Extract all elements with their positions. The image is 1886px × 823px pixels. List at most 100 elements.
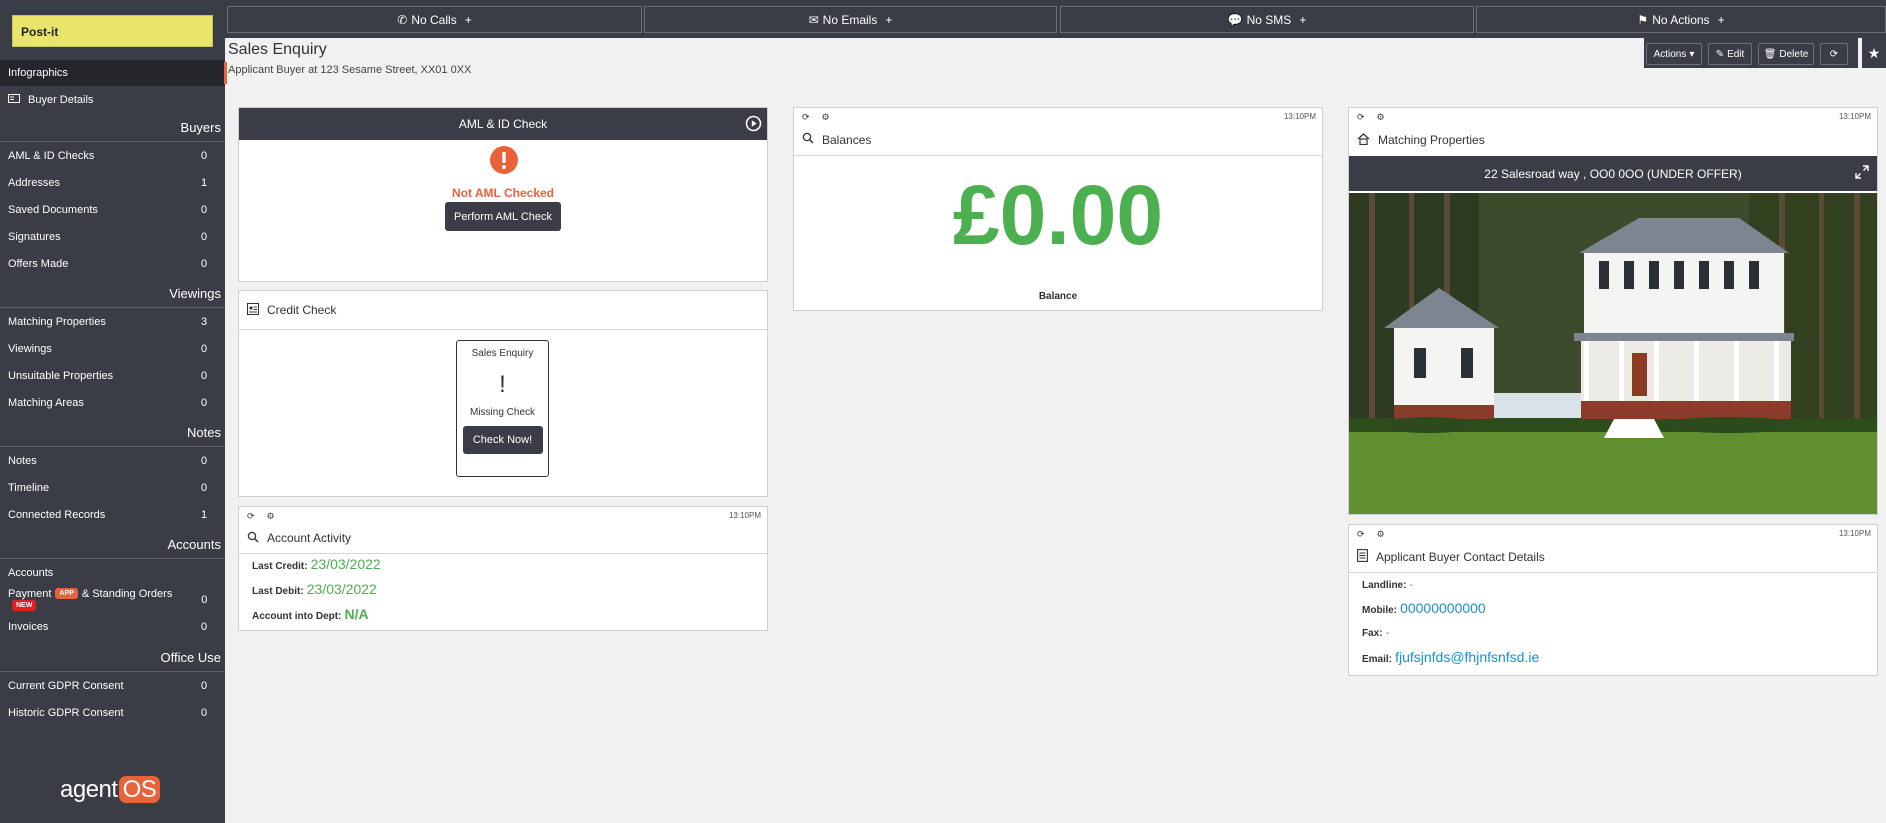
fax-row: Fax: -: [1362, 627, 1389, 639]
email-link[interactable]: fjufsjnfds@fhjnfsnfsd.ie: [1395, 649, 1539, 665]
aml-status: Not AML Checked: [451, 186, 554, 200]
perform-aml-check-button[interactable]: Perform AML Check: [445, 202, 561, 231]
document-icon: [1357, 548, 1368, 565]
refresh-button[interactable]: ⟳: [1820, 43, 1848, 65]
sidebar-item-signatures[interactable]: Signatures 0: [0, 223, 225, 250]
sidebar-item-label: Offers Made: [8, 257, 69, 270]
sidebar-item-timeline[interactable]: Timeline 0: [0, 474, 225, 501]
actions-dropdown-button[interactable]: Actions ▾: [1646, 43, 1702, 65]
sidebar-item-label: Payment: [8, 587, 52, 600]
sidebar-item-label: Matching Areas: [8, 396, 84, 409]
edit-button[interactable]: ✎ Edit: [1708, 43, 1752, 65]
last-debit-row: Last Debit: 23/03/2022: [252, 581, 377, 597]
sidebar-item-unsuitable-properties[interactable]: Unsuitable Properties 0: [0, 362, 225, 389]
page-subtitle: Applicant Buyer at 123 Sesame Street, XX…: [228, 64, 472, 76]
emails-button[interactable]: ✉ No Emails +: [644, 6, 1057, 33]
refresh-icon[interactable]: ⟳: [1357, 112, 1365, 123]
top-bar: ✆ No Calls + ✉ No Emails + 💬 No SMS + ⚑ No Acti…: [225, 0, 1886, 38]
calls-button[interactable]: ✆ No Calls +: [227, 6, 642, 33]
sidebar-item-count: 1: [201, 176, 208, 189]
sidebar-item-payment-standing-orders[interactable]: Payment APP & Standing Orders NEW 0: [0, 586, 225, 613]
sidebar-item-connected-records[interactable]: Connected Records 1: [0, 501, 225, 528]
balances-panel: ⟳ ⚙ 13:10PM Balances £0.00 Balance: [793, 107, 1323, 311]
actions-dropdown-label: Actions: [1653, 48, 1687, 60]
exclamation-icon: !: [499, 371, 506, 398]
fax-value: -: [1385, 627, 1390, 639]
mobile-link[interactable]: 00000000000: [1400, 600, 1486, 616]
sidebar: Post-it Infographics Buyer Details Buyer…: [0, 0, 225, 823]
sidebar-item-historic-gdpr[interactable]: Historic GDPR Consent 0: [0, 699, 225, 726]
property-photo[interactable]: [1349, 193, 1877, 514]
account-activity-header: Account Activity: [239, 523, 767, 554]
sidebar-item-saved-documents[interactable]: Saved Documents 0: [0, 196, 225, 223]
sidebar-item-label: AML & ID Checks: [8, 149, 95, 162]
house-icon: [1357, 132, 1370, 148]
contact-title: Applicant Buyer Contact Details: [1376, 549, 1545, 564]
sidebar-section-notes: Notes Notes 0 Timeline 0 Connected Records…: [0, 418, 225, 528]
sidebar-item-label: Viewings: [8, 342, 52, 355]
row-value: N/A: [344, 606, 369, 622]
caret-down-icon: ▾: [1689, 48, 1695, 60]
contact-toolbar: ⟳ ⚙ 13:10PM: [1349, 525, 1877, 541]
actions-todo-button[interactable]: ⚑ No Actions +: [1476, 6, 1886, 33]
sidebar-item-count: 0: [201, 203, 208, 216]
credit-check-panel: Credit Check Sales Enquiry ! Missing Che…: [238, 290, 768, 497]
sidebar-heading-buyers: Buyers: [0, 113, 225, 142]
sidebar-heading-viewings: Viewings: [0, 279, 225, 308]
row-value: 23/03/2022: [306, 581, 377, 597]
matching-header: Matching Properties: [1349, 124, 1877, 156]
sidebar-item-label: Unsuitable Properties: [8, 369, 114, 382]
refresh-icon[interactable]: ⟳: [1357, 529, 1365, 540]
aml-panel-header: AML & ID Check: [239, 108, 767, 140]
gear-icon[interactable]: ⚙: [267, 511, 275, 522]
sidebar-item-viewings[interactable]: Viewings 0: [0, 335, 225, 362]
new-badge: NEW: [12, 600, 37, 612]
refresh-icon[interactable]: ⟳: [247, 511, 255, 522]
sidebar-item-label: Addresses: [8, 176, 60, 189]
edit-label: Edit: [1727, 48, 1745, 60]
row-label: Last Credit:: [252, 561, 308, 572]
check-now-button[interactable]: Check Now!: [462, 426, 543, 454]
matching-title: Matching Properties: [1378, 133, 1485, 147]
gear-icon[interactable]: ⚙: [822, 112, 830, 123]
sidebar-item-offers-made[interactable]: Offers Made 0: [0, 250, 225, 277]
sidebar-item-accounts[interactable]: Accounts: [0, 559, 225, 586]
logo-text: agent: [60, 776, 118, 803]
sidebar-item-infographics[interactable]: Infographics: [0, 60, 225, 86]
sidebar-item-matching-properties[interactable]: Matching Properties 3: [0, 308, 225, 335]
sidebar-item-aml-checks[interactable]: AML & ID Checks 0: [0, 142, 225, 169]
credit-card-title: Sales Enquiry: [471, 348, 534, 359]
property-address[interactable]: 22 Salesroad way , OO0 0OO (UNDER OFFER): [1484, 167, 1741, 181]
plus-icon: +: [1299, 12, 1307, 27]
search-icon: [802, 132, 814, 147]
refresh-icon: ⟳: [1829, 48, 1839, 60]
play-circle-icon[interactable]: [745, 115, 762, 135]
sms-button[interactable]: 💬 No SMS +: [1060, 6, 1474, 33]
sidebar-item-addresses[interactable]: Addresses 1: [0, 169, 225, 196]
last-credit-row: Last Credit: 23/03/2022: [252, 556, 381, 572]
row-label: Landline:: [1362, 580, 1407, 591]
sidebar-item-matching-areas[interactable]: Matching Areas 0: [0, 389, 225, 416]
expand-icon[interactable]: [1855, 165, 1869, 182]
postit-button[interactable]: Post-it: [12, 15, 213, 47]
account-activity-panel: ⟳ ⚙ 13:10PM Account Activity Last Credit…: [238, 506, 768, 631]
refresh-icon[interactable]: ⟳: [802, 112, 810, 123]
gear-icon[interactable]: ⚙: [1377, 529, 1385, 540]
delete-button[interactable]: 🗑 Delete: [1758, 43, 1814, 65]
balance-amount: £0.00: [952, 168, 1164, 262]
bookmark-star-button[interactable]: ★: [1862, 38, 1886, 68]
row-value: 23/03/2022: [310, 556, 381, 572]
sidebar-item-label: Notes: [8, 454, 37, 467]
sidebar-heading-office-use: Office Use: [0, 643, 225, 672]
panel-timestamp: 13:10PM: [1283, 112, 1316, 121]
sidebar-item-invoices[interactable]: Invoices 0: [0, 613, 225, 640]
sidebar-item-notes[interactable]: Notes 0: [0, 447, 225, 474]
gear-icon[interactable]: ⚙: [1377, 112, 1385, 123]
plus-icon: +: [1717, 12, 1725, 27]
sidebar-item-buyer-details[interactable]: Buyer Details: [0, 86, 225, 113]
sidebar-item-label: Connected Records: [8, 508, 106, 521]
balances-header: Balances: [794, 124, 1322, 156]
balance-caption: Balance: [1038, 291, 1078, 302]
sidebar-item-current-gdpr[interactable]: Current GDPR Consent 0: [0, 672, 225, 699]
delete-label: Delete: [1779, 48, 1809, 60]
